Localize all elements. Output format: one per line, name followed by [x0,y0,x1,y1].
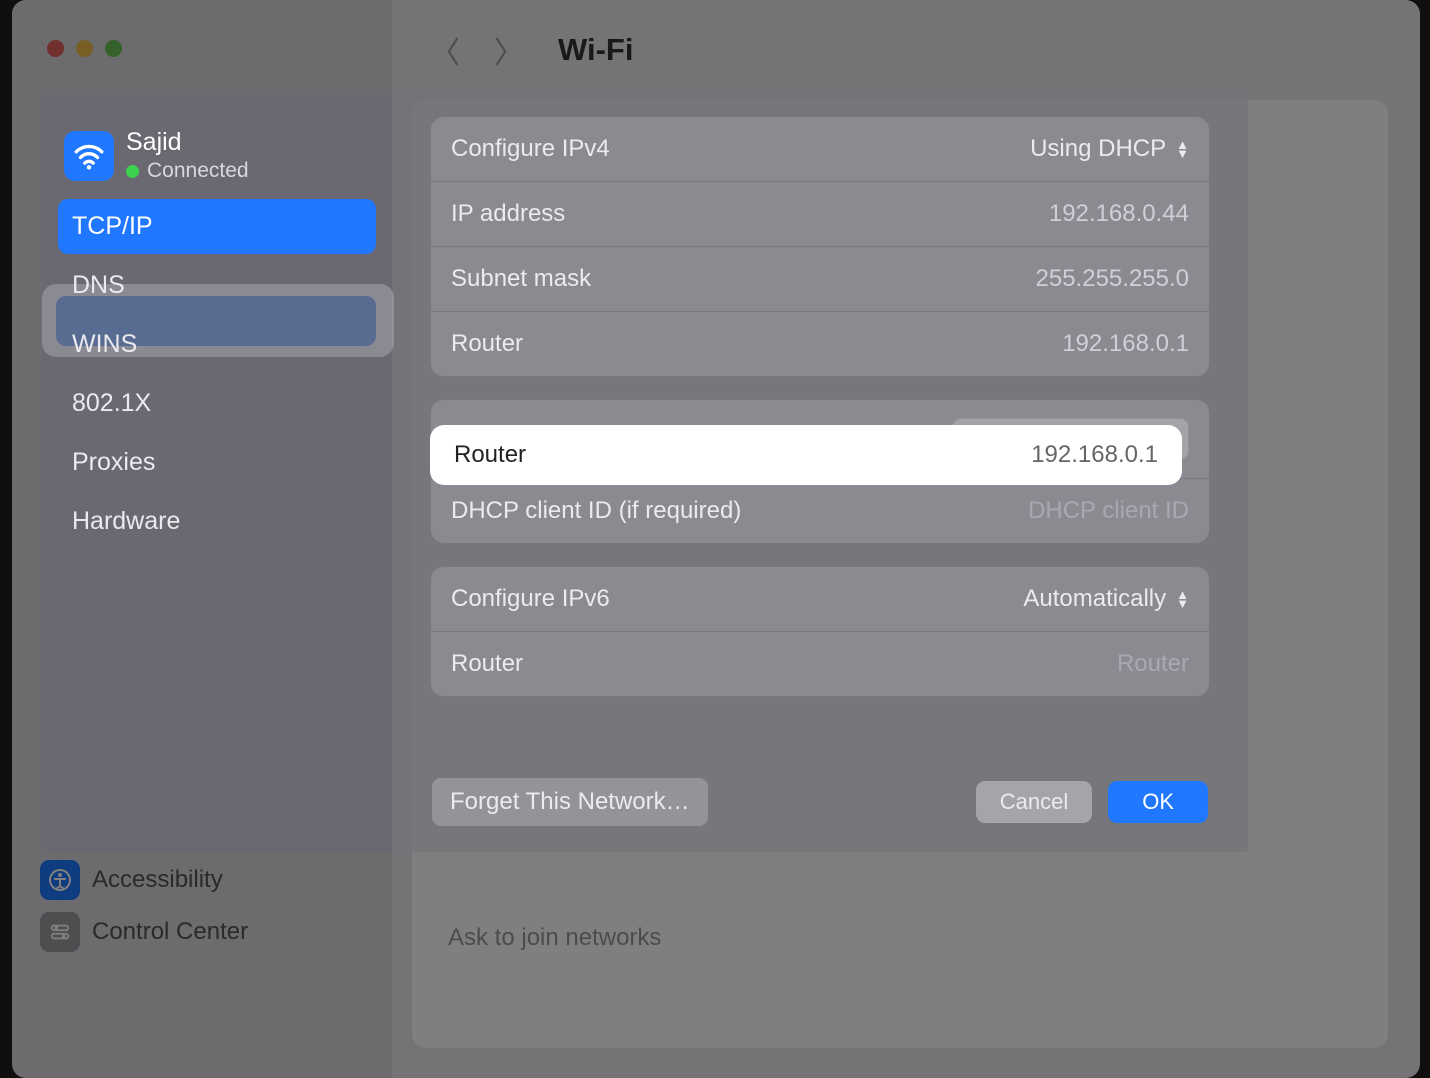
tab-hardware[interactable]: Hardware [58,494,376,549]
network-status: Connected [126,159,249,183]
wifi-icon [64,131,114,181]
subnet-mask-row: Subnet mask 255.255.255.0 [431,246,1209,311]
configure-ipv4-label: Configure IPv4 [451,135,610,163]
network-details-modal: Sajid Connected TCP/IP DNS WINS 802.1X P… [42,94,1248,852]
network-name: Sajid [126,128,249,157]
router-ipv4-value: 192.168.0.1 [1062,330,1189,358]
router-row-highlight: Router 192.168.0.1 [430,425,1182,485]
ip-address-value: 192.168.0.44 [1049,200,1189,228]
configure-ipv4-row[interactable]: Configure IPv4 Using DHCP ▲▼ [431,117,1209,181]
modal-tab-list: TCP/IP DNS WINS 802.1X Proxies Hardware [54,199,380,549]
configure-ipv6-label: Configure IPv6 [451,585,610,613]
modal-sidebar: Sajid Connected TCP/IP DNS WINS 802.1X P… [42,94,392,852]
tab-8021x[interactable]: 802.1X [58,376,376,431]
network-header: Sajid Connected [54,116,380,195]
network-status-label: Connected [147,159,249,183]
ipv4-section: Configure IPv4 Using DHCP ▲▼ IP address … [430,116,1210,377]
chevron-updown-icon: ▲▼ [1176,590,1189,608]
subnet-mask-value: 255.255.255.0 [1036,265,1189,293]
tab-dns[interactable]: DNS [58,258,376,313]
ip-address-row: IP address 192.168.0.44 [431,181,1209,246]
forget-network-button[interactable]: Forget This Network… [432,778,708,826]
dhcp-client-label: DHCP client ID (if required) [451,497,741,525]
router-ipv4-row: Router 192.168.0.1 [431,311,1209,376]
router-ipv6-field[interactable]: Router [1117,650,1189,678]
modal-footer: Forget This Network… Cancel OK [432,778,1208,826]
configure-ipv6-value: Automatically ▲▼ [1023,585,1189,613]
ip-address-label: IP address [451,200,565,228]
subnet-mask-label: Subnet mask [451,265,591,293]
configure-ipv6-row[interactable]: Configure IPv6 Automatically ▲▼ [431,567,1209,631]
tab-wins[interactable]: WINS [58,317,376,372]
router-ipv6-label: Router [451,650,523,678]
cancel-button[interactable]: Cancel [976,781,1092,823]
tab-proxies[interactable]: Proxies [58,435,376,490]
tab-tcpip[interactable]: TCP/IP [58,199,376,254]
router-ipv4-label: Router [451,330,523,358]
router-highlight-value: 192.168.0.1 [1031,441,1158,469]
router-highlight-label: Router [454,441,526,469]
chevron-updown-icon: ▲▼ [1176,140,1189,158]
status-dot-icon [126,165,139,178]
dhcp-client-field[interactable]: DHCP client ID [1028,497,1189,525]
ok-button[interactable]: OK [1108,781,1208,823]
dhcp-client-row[interactable]: DHCP client ID (if required) DHCP client… [431,478,1209,543]
ipv6-section: Configure IPv6 Automatically ▲▼ Router R… [430,566,1210,697]
configure-ipv4-value: Using DHCP ▲▼ [1030,135,1189,163]
router-ipv6-row[interactable]: Router Router [431,631,1209,696]
